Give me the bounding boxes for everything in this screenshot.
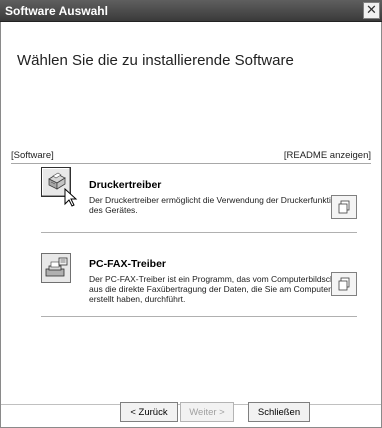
back-button[interactable]: < Zurück [120, 402, 178, 422]
dialog-body: Wählen Sie die zu installierende Softwar… [0, 22, 382, 428]
printer-driver-title: Druckertreiber [89, 179, 162, 191]
item-divider [41, 232, 357, 233]
printer-driver-readme-button[interactable] [331, 195, 357, 219]
next-button[interactable]: Weiter > [180, 402, 234, 422]
software-column-label: [Software] [11, 150, 54, 161]
fax-icon [45, 257, 68, 277]
install-pcfax-driver-button[interactable] [41, 253, 71, 283]
mouse-cursor-icon [64, 188, 78, 207]
window-title: Software Auswahl [5, 4, 108, 18]
pcfax-driver-description: Der PC-FAX-Treiber ist ein Programm, das… [89, 274, 347, 304]
readme-column-label: [README anzeigen] [283, 150, 371, 161]
header-divider [11, 163, 371, 164]
page-heading: Wählen Sie die zu installierende Softwar… [17, 52, 294, 69]
pcfax-driver-title: PC-FAX-Treiber [89, 258, 167, 270]
document-icon [338, 277, 350, 291]
item-divider [41, 316, 357, 317]
close-icon: ✕ [366, 3, 377, 18]
printer-driver-description: Der Druckertreiber ermöglicht die Verwen… [89, 195, 341, 215]
pcfax-driver-readme-button[interactable] [331, 272, 357, 296]
title-bar: Software Auswahl ✕ [0, 0, 382, 22]
document-icon [338, 200, 350, 214]
close-button[interactable]: ✕ [363, 2, 380, 19]
close-dialog-button[interactable]: Schließen [248, 402, 310, 422]
